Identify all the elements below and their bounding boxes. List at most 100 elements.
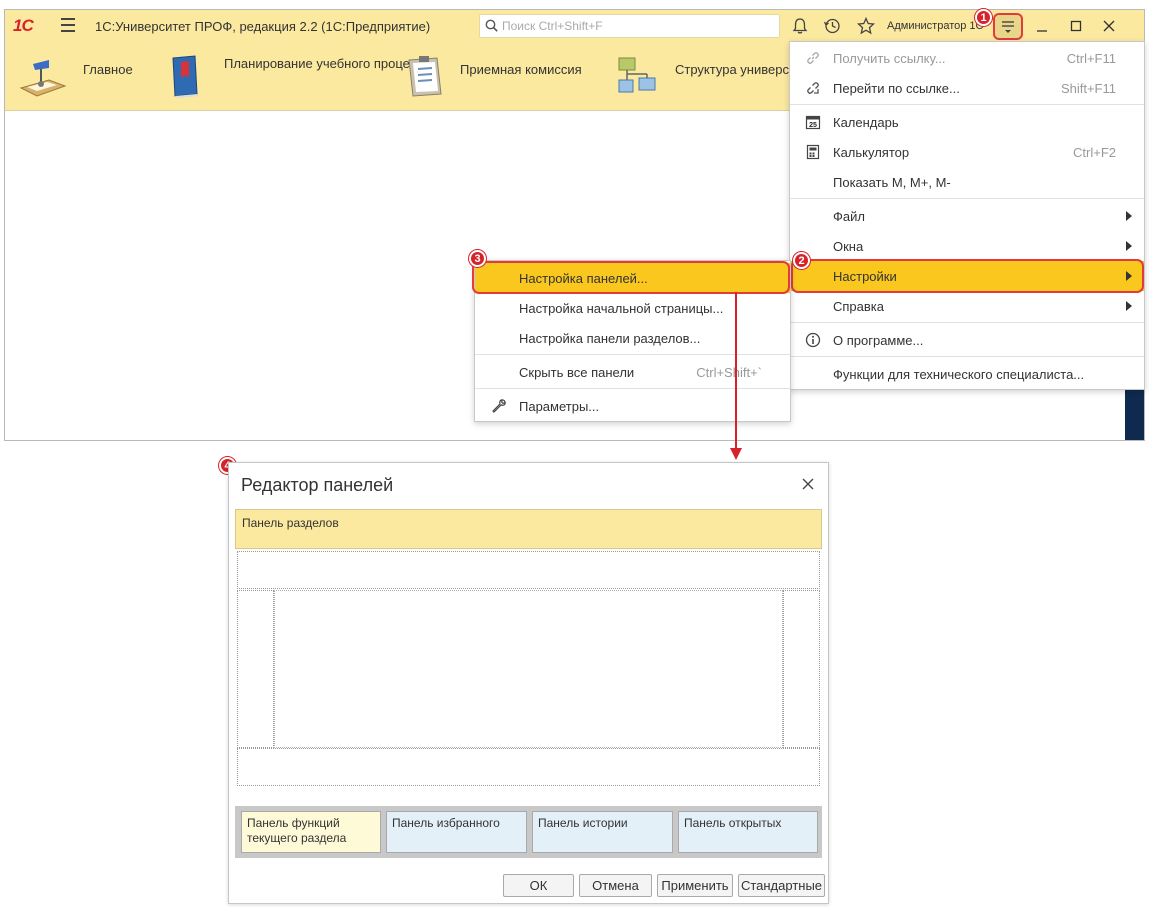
menu-item-follow-link[interactable]: Перейти по ссылке... Shift+F11 xyxy=(790,73,1144,103)
menu-separator xyxy=(790,104,1144,105)
ok-button[interactable]: ОК xyxy=(503,874,574,897)
section-planning[interactable]: Планирование учебного процесса xyxy=(163,50,430,102)
maximize-icon[interactable] xyxy=(1066,16,1086,36)
section-structure[interactable]: Структура университета xyxy=(613,50,793,102)
link-icon xyxy=(807,52,819,64)
wrench-icon xyxy=(492,399,506,413)
bell-icon[interactable] xyxy=(791,17,809,35)
arrow-down-icon xyxy=(730,448,742,460)
submenu-item-shortcut: Ctrl+Shift+` xyxy=(696,365,762,380)
sections-panel-zone[interactable]: Панель разделов xyxy=(235,509,822,549)
menu-separator xyxy=(790,356,1144,357)
menu-separator xyxy=(475,388,790,389)
section-main[interactable]: Главное xyxy=(19,50,139,102)
top-drop-zone[interactable] xyxy=(237,551,820,589)
section-admission[interactable]: Приемная комиссия xyxy=(401,50,601,102)
user-name[interactable]: Администратор 1С xyxy=(887,20,983,32)
settings-highlight-outline xyxy=(791,259,1144,293)
app-title: 1С:Университет ПРОФ, редакция 2.2 (1С:Пр… xyxy=(95,19,431,34)
menu-item-tech-functions[interactable]: Функции для технического специалиста... xyxy=(790,359,1144,389)
menu-item-label: Функции для технического специалиста... xyxy=(833,367,1085,382)
submenu-arrow-icon xyxy=(1126,211,1132,221)
section-label: Структура университета xyxy=(675,62,793,77)
defaults-button[interactable]: Стандартные xyxy=(738,874,825,897)
apply-button[interactable]: Применить xyxy=(657,874,733,897)
cancel-button[interactable]: Отмена xyxy=(579,874,652,897)
panel-item-favorites[interactable]: Панель избранного xyxy=(386,811,527,853)
clipboard-icon xyxy=(408,56,442,97)
title-bar: 1С 1С:Университет ПРОФ, редакция 2.2 (1С… xyxy=(5,10,1144,42)
panel-editor-dialog: Редактор панелей Панель разделов Панель … xyxy=(228,462,829,904)
panel-item-history[interactable]: Панель истории xyxy=(532,811,673,853)
step-badge: 2 xyxy=(793,252,810,269)
search-input[interactable] xyxy=(500,17,770,35)
menu-item-calendar[interactable]: 25 Календарь xyxy=(790,107,1144,137)
panel-item-open[interactable]: Панель открытых xyxy=(678,811,818,853)
history-icon[interactable] xyxy=(823,17,841,35)
step-badge: 3 xyxy=(469,250,486,267)
desk-lamp-icon xyxy=(19,60,67,97)
menu-item-about[interactable]: О программе... xyxy=(790,325,1144,355)
menu-item-get-link[interactable]: Получить ссылку... Ctrl+F11 xyxy=(790,43,1144,73)
close-icon[interactable] xyxy=(1099,16,1119,36)
menu-item-label: Календарь xyxy=(833,115,899,130)
menu-item-shortcut: Ctrl+F2 xyxy=(1073,145,1116,160)
menu-separator xyxy=(790,198,1144,199)
submenu-item-label: Настройка панели разделов... xyxy=(519,331,701,346)
submenu-item-parameters[interactable]: Параметры... xyxy=(475,391,790,421)
menu-item-label: Получить ссылку... xyxy=(833,51,946,66)
submenu-arrow-icon xyxy=(1126,241,1132,251)
minimize-icon[interactable] xyxy=(1032,16,1052,36)
follow-link-icon xyxy=(807,82,819,94)
menu-separator xyxy=(475,354,790,355)
panel-item-functions[interactable]: Панель функций текущего раздела xyxy=(241,811,381,853)
left-drop-zone[interactable] xyxy=(237,590,274,748)
panels-highlight-outline xyxy=(472,261,790,294)
structure-icon xyxy=(618,57,656,93)
burger-menu-icon[interactable] xyxy=(61,18,75,32)
available-panels-tray: Панель функций текущего раздела Панель и… xyxy=(235,806,822,858)
calendar-icon: 25 xyxy=(805,115,821,130)
menu-item-label: Справка xyxy=(833,299,884,314)
search-icon xyxy=(485,19,498,32)
menu-separator xyxy=(790,322,1144,323)
step-badge: 1 xyxy=(975,9,992,26)
search-box[interactable] xyxy=(479,14,780,38)
section-label: Приемная комиссия xyxy=(460,62,582,77)
bottom-drop-zone[interactable] xyxy=(237,748,820,786)
right-drop-zone[interactable] xyxy=(783,590,820,748)
main-menu: Получить ссылку... Ctrl+F11 Перейти по с… xyxy=(789,41,1145,390)
menu-item-label: Файл xyxy=(833,209,865,224)
menu-item-label: Перейти по ссылке... xyxy=(833,81,960,96)
work-area xyxy=(274,590,783,748)
menu-item-windows[interactable]: Окна xyxy=(790,231,1144,261)
close-icon[interactable] xyxy=(801,477,815,491)
menu-item-show-memory[interactable]: Показать M, M+, M- xyxy=(790,167,1144,197)
menu-item-label: Калькулятор xyxy=(833,145,910,160)
submenu-arrow-icon xyxy=(1126,301,1132,311)
sections-panel-label: Панель разделов xyxy=(242,516,339,530)
menu-icon xyxy=(1002,21,1014,33)
menu-item-shortcut: Shift+F11 xyxy=(1060,81,1116,96)
connector-arrow-line xyxy=(735,292,737,450)
main-menu-button[interactable] xyxy=(993,13,1023,40)
section-label: Главное xyxy=(83,62,133,77)
submenu-item-hide-panels[interactable]: Скрыть все панели Ctrl+Shift+` xyxy=(475,357,790,387)
menu-item-label: Показать M, M+, M- xyxy=(833,175,951,190)
submenu-item-sections-panel[interactable]: Настройка панели разделов... xyxy=(475,323,790,353)
submenu-item-home-page[interactable]: Настройка начальной страницы... xyxy=(475,293,790,323)
menu-item-calculator[interactable]: Калькулятор Ctrl+F2 xyxy=(790,137,1144,167)
menu-item-file[interactable]: Файл xyxy=(790,201,1144,231)
menu-item-label: О программе... xyxy=(833,333,924,348)
calculator-icon xyxy=(806,144,820,160)
menu-item-help[interactable]: Справка xyxy=(790,291,1144,321)
1c-logo: 1С xyxy=(13,16,34,35)
menu-item-label: Окна xyxy=(833,239,864,254)
book-icon xyxy=(172,55,199,98)
dialog-title: Редактор панелей xyxy=(241,475,394,495)
submenu-item-label: Настройка начальной страницы... xyxy=(519,301,724,316)
info-icon xyxy=(805,332,821,348)
menu-item-shortcut: Ctrl+F11 xyxy=(1066,51,1116,66)
submenu-item-label: Скрыть все панели xyxy=(519,365,635,380)
star-icon[interactable] xyxy=(857,17,875,35)
